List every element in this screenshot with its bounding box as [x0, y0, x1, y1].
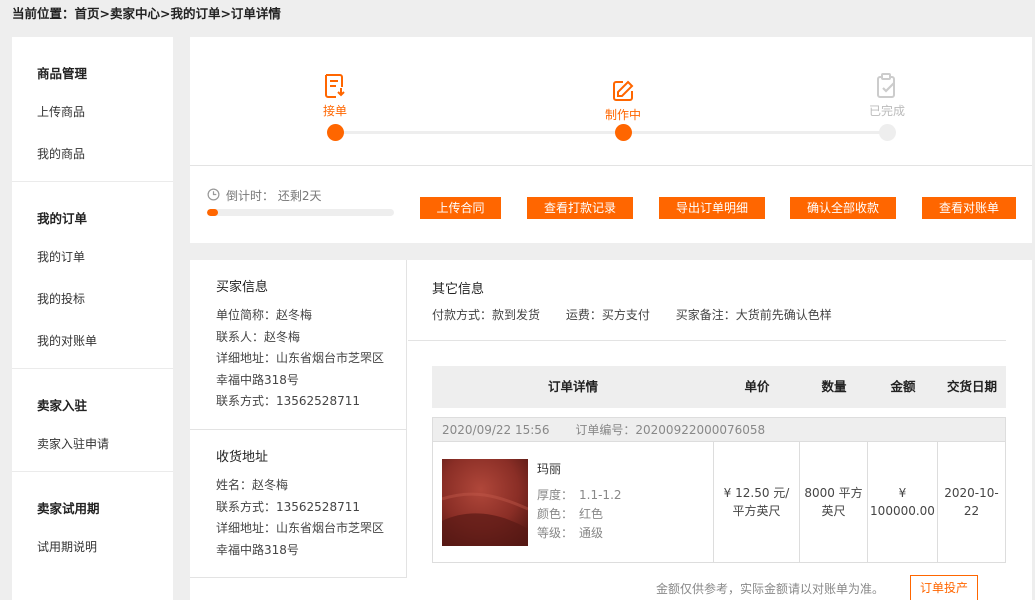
countdown-text: 倒计时： 还剩2天 [226, 189, 322, 203]
step-accept-dot [327, 124, 344, 141]
shipping-address-line: 详细地址：山东省烟台市芝罘区 [216, 521, 385, 535]
payment-method: 付款方式：款到发货 [432, 308, 541, 322]
sidebar-title-seller-join: 卖家入驻 [37, 398, 88, 413]
step-accept: 接单 [295, 65, 375, 119]
progress-steps: 接单 制作中 已完成 [190, 37, 1032, 166]
sidebar-item-my-statements[interactable]: 我的对账单 [12, 320, 173, 362]
shipping-name: 姓名：赵冬梅 [216, 478, 289, 492]
step-accept-label: 接单 [322, 104, 347, 118]
divider [408, 340, 1006, 341]
export-order-details-button[interactable]: 导出订单明细 [659, 197, 765, 219]
attr-thickness-key: 厚度： [537, 488, 574, 502]
step-in-production: 制作中 [583, 69, 663, 123]
upload-contract-button[interactable]: 上传合同 [420, 197, 501, 219]
buyer-contact: 联系人：赵冬梅 [216, 329, 301, 344]
order-item: 2020/09/22 15:56 订单编号：20200922000076058 [432, 417, 1006, 563]
header-delivery-date: 交货日期 [946, 379, 997, 394]
unit-price-text: ¥ 12.50 元/平方英尺 [723, 486, 790, 518]
unit-price: ¥ 12.50 元/平方英尺 [713, 442, 799, 562]
sidebar: 商品管理 上传商品 我的商品 我的订单 我的订单 我的投标 我的对账单 卖家入驻… [12, 37, 173, 600]
buyer-info-title: 买家信息 [216, 280, 269, 295]
sidebar-title-goods: 商品管理 [37, 66, 88, 81]
view-statement-button[interactable]: 查看对账单 [922, 197, 1016, 219]
attr-grade-value: 通级 [579, 526, 604, 540]
header-quantity: 数量 [821, 379, 847, 394]
step-completed: 已完成 [847, 65, 927, 119]
amount-note: 金额仅供参考，实际金额请以对账单为准。 [656, 582, 885, 596]
order-production-button[interactable]: 订单投产 [910, 575, 978, 600]
buyer-company: 单位简称：赵冬梅 [216, 308, 313, 322]
buyer-address-line2: 幸福中路318号 [216, 372, 299, 387]
order-time: 2020/09/22 15:56 [442, 423, 550, 437]
freight-info: 运费：买方支付 [565, 308, 650, 322]
sidebar-item-my-goods[interactable]: 我的商品 [12, 133, 173, 175]
sidebar-item-trial-info[interactable]: 试用期说明 [12, 526, 173, 568]
shipping-address-line2: 幸福中路318号 [216, 542, 299, 557]
edit-icon [583, 69, 663, 103]
order-column: 其它信息 付款方式：款到发货 运费：买方支付 买家备注：大货前先确认色样 订单详… [408, 260, 1032, 600]
delivery-date-text: 2020-10-22 [944, 486, 999, 518]
amount-text: ¥ 100000.00 [870, 486, 935, 518]
sidebar-item-seller-apply[interactable]: 卖家入驻申请 [12, 423, 173, 465]
clock-icon [207, 188, 220, 204]
sidebar-group-goods: 商品管理 上传商品 我的商品 [12, 37, 173, 182]
quantity: 8000 平方英尺 [799, 442, 867, 562]
product-thumbnail[interactable] [442, 459, 528, 546]
order-item-header: 2020/09/22 15:56 订单编号：20200922000076058 [433, 418, 1005, 442]
buyer-phone: 联系方式：13562528711 [216, 394, 360, 408]
header-unit-price: 单价 [744, 379, 770, 394]
receipt-icon [295, 65, 375, 99]
buyer-info: 买家信息 单位简称：赵冬梅 联系人：赵冬梅 详细地址：山东省烟台市芝罘区 幸福中… [190, 260, 406, 413]
contact-column: 买家信息 单位简称：赵冬梅 联系人：赵冬梅 详细地址：山东省烟台市芝罘区 幸福中… [190, 260, 407, 578]
countdown-bar [207, 209, 394, 216]
shipping-address: 收货地址 姓名：赵冬梅 联系方式：13562528711 详细地址：山东省烟台市… [190, 430, 384, 561]
header-amount: 金额 [890, 379, 916, 394]
breadcrumb: 当前位置：首页>卖家中心>我的订单>订单详情 [12, 6, 281, 21]
shipping-address-title: 收货地址 [216, 450, 269, 465]
sidebar-item-my-orders[interactable]: 我的订单 [12, 236, 173, 278]
sidebar-item-upload-goods[interactable]: 上传商品 [12, 91, 173, 133]
order-table-header: 订单详情 单价 数量 金额 交货日期 [432, 366, 1006, 408]
quantity-text: 8000 平方英尺 [804, 486, 863, 518]
attr-color-key: 颜色： [537, 507, 574, 521]
shipping-phone: 联系方式：13562528711 [216, 499, 360, 514]
header-order-details: 订单详情 [547, 379, 598, 394]
sidebar-item-my-bids[interactable]: 我的投标 [12, 278, 173, 320]
buyer-address: 详细地址：山东省烟台市芝罘区 [216, 351, 385, 365]
step-in-production-label: 制作中 [604, 108, 641, 122]
countdown-bar-fill [207, 209, 219, 216]
amount: ¥ 100000.00 [867, 442, 937, 562]
order-item-body: 玛丽 厚度： 1.1-1.2 颜色： 红色 等级： 通级 ¥ 12.50 元/平方英尺… [433, 442, 1005, 562]
step-in-production-dot [615, 124, 632, 141]
order-progress-panel: 接单 制作中 已完成 倒计时： 还剩2天 上传合同 查看打款记录 导出订单明细 … [190, 37, 1032, 243]
confirm-all-receipts-button[interactable]: 确认全部收款 [790, 197, 896, 219]
buyer-remark: 买家备注：大货前先确认色样 [675, 308, 832, 322]
sidebar-title-trial: 卖家试用期 [37, 501, 100, 516]
attr-grade-key: 等级： [537, 526, 574, 540]
step-completed-label: 已完成 [868, 104, 905, 118]
clipboard-check-icon [847, 65, 927, 99]
sidebar-group-seller-join: 卖家入驻 卖家入驻申请 [12, 369, 173, 472]
delivery-date: 2020-10-22 [937, 442, 1005, 562]
order-detail-panel: 买家信息 单位简称：赵冬梅 联系人：赵冬梅 详细地址：山东省烟台市芝罘区 幸福中… [190, 260, 1032, 600]
step-completed-dot [879, 124, 896, 141]
attr-color-value: 红色 [579, 507, 604, 521]
order-number: 订单编号：20200922000076058 [575, 423, 766, 437]
countdown: 倒计时： 还剩2天 [207, 187, 321, 204]
product-attributes: 厚度： 1.1-1.2 颜色： 红色 等级： 通级 [537, 486, 622, 543]
attr-thickness-value: 1.1-1.2 [579, 488, 622, 502]
sidebar-group-trial: 卖家试用期 试用期说明 [12, 472, 173, 574]
view-payment-records-button[interactable]: 查看打款记录 [527, 197, 633, 219]
product-name[interactable]: 玛丽 [537, 460, 561, 477]
other-info-row: 付款方式：款到发货 运费：买方支付 买家备注：大货前先确认色样 [432, 306, 854, 323]
sidebar-title-orders: 我的订单 [37, 211, 88, 226]
sidebar-group-orders: 我的订单 我的订单 我的投标 我的对账单 [12, 182, 173, 369]
progress-track [335, 131, 889, 134]
other-info-title: 其它信息 [432, 282, 485, 297]
